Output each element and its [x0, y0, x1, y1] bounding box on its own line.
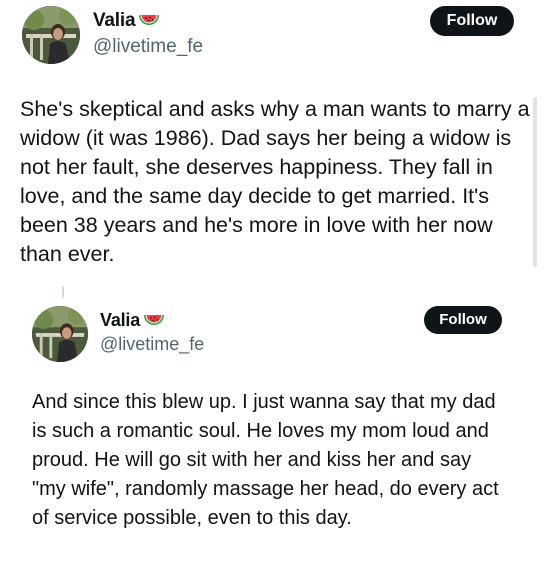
post-1: Valia @livetime_fe Follow She's skeptica… — [0, 0, 553, 290]
watermelon-icon — [143, 313, 165, 329]
post-text: She's skeptical and asks why a man wants… — [20, 97, 530, 266]
avatar[interactable] — [32, 306, 88, 362]
watermelon-icon — [138, 13, 160, 29]
display-name[interactable]: Valia — [93, 10, 136, 32]
handle[interactable]: @livetime_fe — [100, 334, 204, 355]
post-2: Valia @livetime_fe Follow And since this… — [0, 296, 553, 576]
avatar[interactable] — [22, 6, 80, 64]
name-row: Valia — [100, 310, 165, 331]
scrollbar[interactable] — [533, 97, 537, 267]
handle[interactable]: @livetime_fe — [93, 36, 203, 58]
avatar-photo — [22, 6, 80, 64]
name-row: Valia — [93, 10, 160, 32]
follow-button[interactable]: Follow — [430, 6, 514, 36]
display-name[interactable]: Valia — [100, 310, 140, 331]
post-text: And since this blew up. I just wanna say… — [32, 391, 499, 529]
follow-button[interactable]: Follow — [424, 306, 502, 334]
avatar-photo — [32, 306, 88, 362]
